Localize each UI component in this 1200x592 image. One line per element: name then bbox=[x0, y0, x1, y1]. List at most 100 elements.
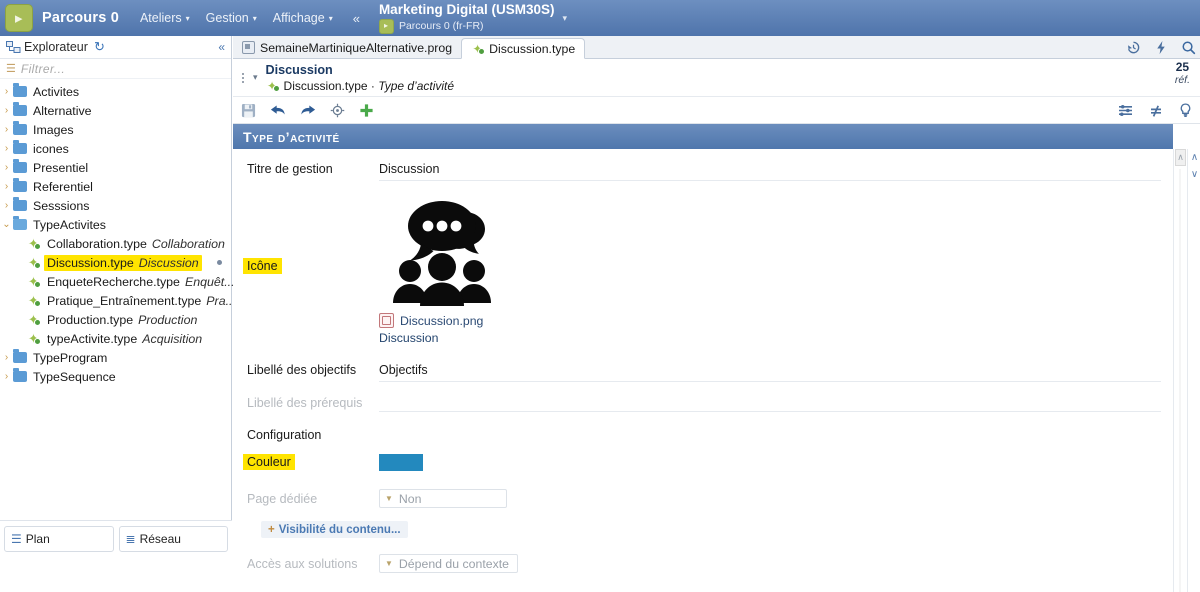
form-scrollbar-track[interactable] bbox=[1179, 169, 1181, 592]
chevron-right-icon[interactable]: › bbox=[0, 162, 13, 173]
icon-file-row[interactable]: Discussion.png bbox=[379, 313, 1161, 328]
color-swatch[interactable] bbox=[379, 454, 423, 471]
collapse-menu-icon[interactable]: « bbox=[348, 9, 365, 28]
chevron-down-icon[interactable]: ▾ bbox=[253, 72, 258, 83]
reference-count: 25 bbox=[1175, 60, 1190, 74]
chevron-right-icon[interactable]: › bbox=[0, 124, 13, 135]
folder-icon bbox=[13, 83, 27, 97]
scroll-down-arrow[interactable]: ∨ bbox=[1188, 166, 1200, 183]
chevron-down-icon: ▼ bbox=[385, 494, 393, 503]
parcours-logo-icon: ◂ bbox=[5, 4, 33, 32]
editor-tab-semainemartiniquealternative[interactable]: SemaineMartiniqueAlternative.prog bbox=[233, 37, 461, 58]
tree-item-referentiel[interactable]: › Referentiel bbox=[0, 177, 231, 196]
tree-item-label: TypeProgram bbox=[33, 350, 108, 365]
activity-type-icon: ✦ bbox=[26, 332, 41, 345]
icon-preview-cell[interactable]: Discussion.png Discussion bbox=[379, 187, 1161, 349]
page-dediee-select[interactable]: ▼ Non bbox=[379, 489, 507, 508]
tree-item-typeactivites[interactable]: ⌄ TypeActivites bbox=[0, 215, 231, 234]
tree-item-typeprogram[interactable]: › TypeProgram bbox=[0, 348, 231, 367]
lightning-icon[interactable] bbox=[1155, 40, 1167, 55]
explorer-filter[interactable]: ☰ Filtrer... bbox=[0, 59, 231, 79]
tree-item-label: Pratique_Entraînement.type bbox=[47, 293, 202, 308]
field-value[interactable] bbox=[379, 391, 1161, 412]
field-value[interactable]: Objectifs bbox=[379, 358, 1161, 382]
undo-button[interactable] bbox=[270, 103, 286, 117]
scroll-up-arrow[interactable]: ∧ bbox=[1188, 149, 1200, 166]
tree-item-label: Activites bbox=[33, 84, 80, 99]
tree-item-label: icones bbox=[33, 141, 69, 156]
document-chevron-down-icon[interactable]: ▾ bbox=[562, 13, 567, 24]
tree-item-alternative[interactable]: › Alternative bbox=[0, 101, 231, 120]
filter-sliders-icon[interactable] bbox=[1118, 104, 1133, 117]
field-libelle-des-prerequis: Libellé des prérequis bbox=[233, 391, 1173, 412]
chevron-right-icon[interactable]: › bbox=[0, 181, 13, 192]
activity-type-icon: ✦ bbox=[26, 313, 41, 326]
tree-item-activites[interactable]: › Activites bbox=[0, 82, 231, 101]
tree-item-sublabel: Acquisition bbox=[142, 331, 203, 346]
tree-item-images[interactable]: › Images bbox=[0, 120, 231, 139]
save-button[interactable] bbox=[241, 103, 256, 118]
tree-item-enqueterecherche-type[interactable]: ✦ EnqueteRecherche.type Enquêt... bbox=[0, 272, 235, 291]
tree-item-collaboration-type[interactable]: ✦ Collaboration.type Collaboration bbox=[0, 234, 231, 253]
folder-icon bbox=[13, 197, 27, 211]
chevron-down-icon[interactable]: ⌄ bbox=[0, 219, 13, 230]
visibilite-du-contenu-button[interactable]: + Visibilité du contenu... bbox=[261, 521, 408, 538]
redo-button[interactable] bbox=[300, 103, 316, 117]
history-icon[interactable] bbox=[1126, 40, 1141, 55]
tree-item-typesequence[interactable]: › TypeSequence bbox=[0, 367, 231, 386]
tree-item-sublabel: Production bbox=[138, 312, 198, 327]
tree-item-discussion-type[interactable]: ✦ Discussion.type Discussion bbox=[0, 253, 231, 272]
breadcrumb-kind: Type d’activité bbox=[378, 78, 455, 93]
chevron-right-icon[interactable]: › bbox=[0, 86, 13, 97]
collapse-panel-icon[interactable]: « bbox=[218, 40, 225, 54]
editor-scrollbar[interactable]: ∧ ∨ bbox=[1187, 149, 1200, 592]
chevron-right-icon[interactable]: › bbox=[0, 105, 13, 116]
menu-affichage[interactable]: Affichage ▾ bbox=[266, 7, 340, 29]
tree-item-icones[interactable]: › icones bbox=[0, 139, 231, 158]
folder-icon bbox=[13, 102, 27, 116]
folder-icon bbox=[13, 140, 27, 154]
drag-grip-icon[interactable] bbox=[239, 72, 247, 84]
refresh-icon[interactable]: ↻ bbox=[94, 39, 105, 55]
chevron-right-icon[interactable]: › bbox=[0, 200, 13, 211]
menu-gestion[interactable]: Gestion ▾ bbox=[199, 7, 264, 29]
editor-toolbar bbox=[233, 97, 1200, 124]
tree-item-typeactivite-type[interactable]: ✦ typeActivite.type Acquisition bbox=[0, 329, 231, 348]
field-page-dediee: Page dédiée ▼ Non bbox=[233, 487, 1173, 512]
tab-plan[interactable]: ☰ Plan bbox=[4, 526, 114, 552]
add-button[interactable] bbox=[359, 103, 374, 118]
not-equal-icon[interactable] bbox=[1149, 104, 1163, 118]
explorer-title: Explorateur bbox=[24, 40, 88, 54]
tree-item-sesssions[interactable]: › Sesssions bbox=[0, 196, 231, 215]
form-scrollbar-thumb[interactable]: ∧ bbox=[1175, 149, 1186, 166]
icon-caption: Discussion bbox=[379, 331, 439, 345]
field-value[interactable]: Discussion bbox=[379, 157, 1161, 181]
acces-aux-solutions-select[interactable]: ▼ Dépend du contexte bbox=[379, 554, 518, 573]
chevron-right-icon[interactable]: › bbox=[0, 143, 13, 154]
title-bar: ◂ Parcours 0 Ateliers ▾ Gestion ▾ Affichag… bbox=[0, 0, 1200, 36]
application-window: ◂ Parcours 0 Ateliers ▾ Gestion ▾ Affichag… bbox=[0, 0, 1200, 592]
lightbulb-icon[interactable] bbox=[1179, 103, 1192, 118]
parcours-badge-icon: ◂ bbox=[378, 18, 394, 34]
explorer-header: Explorateur ↻ « bbox=[0, 36, 231, 59]
field-titre-de-gestion: Titre de gestion Discussion bbox=[233, 157, 1173, 181]
activity-type-icon: ✦ bbox=[26, 294, 41, 307]
chevron-right-icon[interactable]: › bbox=[0, 352, 13, 363]
section-title: Type d’activité bbox=[243, 128, 340, 145]
form-scrollbar[interactable]: ∧ bbox=[1173, 149, 1187, 592]
chevron-down-icon: ▾ bbox=[252, 14, 257, 23]
tree-item-production-type[interactable]: ✦ Production.type Production bbox=[0, 310, 231, 329]
discussion-bubbles-people-icon bbox=[379, 193, 504, 311]
search-icon[interactable] bbox=[1181, 40, 1196, 55]
field-acces-aux-solutions: Accès aux solutions ▼ Dépend du contexte bbox=[233, 552, 1173, 577]
locate-button[interactable] bbox=[330, 103, 345, 118]
activity-type-icon: ✦ bbox=[26, 256, 41, 269]
activity-type-icon: ✦ bbox=[26, 237, 41, 250]
menu-ateliers[interactable]: Ateliers ▾ bbox=[133, 7, 197, 29]
tree-item-pratique-entrainement-type[interactable]: ✦ Pratique_Entraînement.type Pra... bbox=[0, 291, 236, 310]
chevron-right-icon[interactable]: › bbox=[0, 371, 13, 382]
tree-item-presentiel[interactable]: › Presentiel bbox=[0, 158, 231, 177]
editor-tab-discussion-type[interactable]: ✦ Discussion.type bbox=[461, 38, 586, 59]
tab-reseau[interactable]: ≣ Réseau bbox=[118, 526, 228, 552]
editor-tab-label: SemaineMartiniqueAlternative.prog bbox=[260, 40, 453, 55]
